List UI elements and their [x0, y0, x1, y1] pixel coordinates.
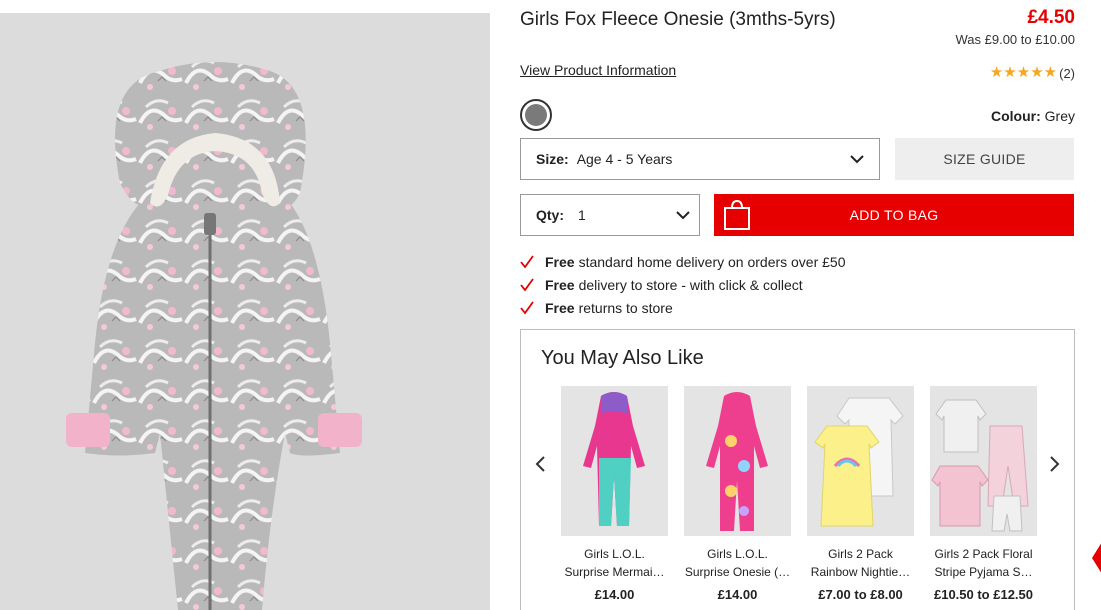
product-price: £4.50	[1027, 7, 1075, 28]
was-price: Was £9.00 to £10.00	[955, 32, 1076, 47]
benefit-bold: Free	[545, 276, 575, 293]
chevron-down-icon	[676, 211, 690, 220]
quantity-dropdown[interactable]: Qty: 1	[520, 194, 700, 236]
size-guide-button[interactable]: SIZE GUIDE	[895, 138, 1074, 180]
rec-name[interactable]: Girls L.O.L. Surprise Onesie (…	[684, 545, 791, 581]
star-icon: ★	[989, 64, 1004, 81]
colour-info: Colour: Grey	[991, 108, 1075, 124]
qty-value: 1	[578, 207, 586, 223]
add-to-bag-button[interactable]: ADD TO BAG	[714, 194, 1074, 236]
chevron-right-icon[interactable]	[1044, 454, 1064, 474]
star-icon: ★	[1016, 64, 1031, 81]
benefit-text: standard home delivery on orders over £5…	[578, 253, 846, 270]
size-label: Size:	[536, 151, 569, 167]
rec-card[interactable]: Girls 2 Pack Floral Stripe Pyjama S… £10…	[930, 386, 1037, 602]
product-thumbnail-image	[706, 392, 768, 531]
rec-thumbnail[interactable]	[807, 386, 914, 536]
tick-icon	[520, 300, 534, 314]
tick-icon	[520, 254, 534, 268]
product-image[interactable]	[0, 13, 490, 610]
benefit-item: Free returns to store	[520, 296, 846, 319]
star-icon: ★	[1030, 64, 1044, 81]
benefit-bold: Free	[545, 299, 575, 316]
rec-thumbnail[interactable]	[684, 386, 791, 536]
rec-price: £10.50 to £12.50	[933, 587, 1034, 602]
benefit-item: Free standard home delivery on orders ov…	[520, 250, 846, 273]
recommendations-title: You May Also Like	[541, 347, 704, 369]
benefit-text: returns to store	[578, 299, 673, 316]
rec-name[interactable]: Girls 2 Pack Rainbow Nightie…	[807, 545, 914, 581]
colour-value: Grey	[1044, 108, 1075, 124]
product-thumbnail-image	[931, 399, 1029, 532]
onesie-illustration	[66, 62, 362, 610]
benefit-bold: Free	[545, 253, 575, 270]
benefit-text: delivery to store - with click & collect	[578, 276, 803, 293]
delivery-benefits: Free standard home delivery on orders ov…	[520, 250, 846, 319]
tick-icon	[520, 277, 534, 291]
benefit-item: Free delivery to store - with click & co…	[520, 273, 846, 296]
rec-price: £14.00	[594, 587, 635, 602]
star-icon: ★	[1003, 64, 1017, 81]
rec-name[interactable]: Girls L.O.L. Surprise Mermai…	[561, 545, 668, 581]
rec-thumbnail[interactable]	[561, 386, 668, 536]
size-dropdown[interactable]: Size: Age 4 - 5 Years	[520, 138, 880, 180]
view-product-info-link[interactable]: View Product Information	[520, 62, 676, 78]
rec-name[interactable]: Girls 2 Pack Floral Stripe Pyjama S…	[930, 545, 1037, 581]
rec-card[interactable]: Girls L.O.L. Surprise Mermai… £14.00	[561, 386, 668, 602]
product-title: Girls Fox Fleece Onesie (3mths-5yrs)	[520, 9, 836, 30]
recommendations-panel: You May Also Like Girls L.O.L. Surprise …	[520, 329, 1075, 610]
rec-price: £7.00 to £8.00	[818, 587, 903, 602]
chevron-left-icon[interactable]	[531, 454, 551, 474]
side-tab-icon[interactable]	[1092, 538, 1101, 578]
add-to-bag-label: ADD TO BAG	[849, 207, 939, 223]
rec-card[interactable]: Girls L.O.L. Surprise Onesie (… £14.00	[684, 386, 791, 602]
product-rating[interactable]: ★ ★ ★ ★ ★ (2)	[990, 65, 1075, 81]
star-icon: ★	[1043, 64, 1058, 81]
colour-label: Colour:	[991, 108, 1041, 124]
qty-label: Qty:	[536, 207, 564, 223]
colour-swatch-grey[interactable]	[520, 99, 552, 131]
shopping-bag-icon	[724, 199, 750, 230]
product-thumbnail-image	[583, 392, 645, 526]
product-thumbnail-image	[814, 397, 904, 527]
review-count: (2)	[1059, 65, 1075, 81]
rec-thumbnail[interactable]	[930, 386, 1037, 536]
rec-price: £14.00	[717, 587, 758, 602]
size-value: Age 4 - 5 Years	[576, 151, 673, 167]
chevron-down-icon	[850, 155, 864, 164]
rec-card[interactable]: Girls 2 Pack Rainbow Nightie… £7.00 to £…	[807, 386, 914, 602]
swatch-fill	[525, 104, 547, 126]
